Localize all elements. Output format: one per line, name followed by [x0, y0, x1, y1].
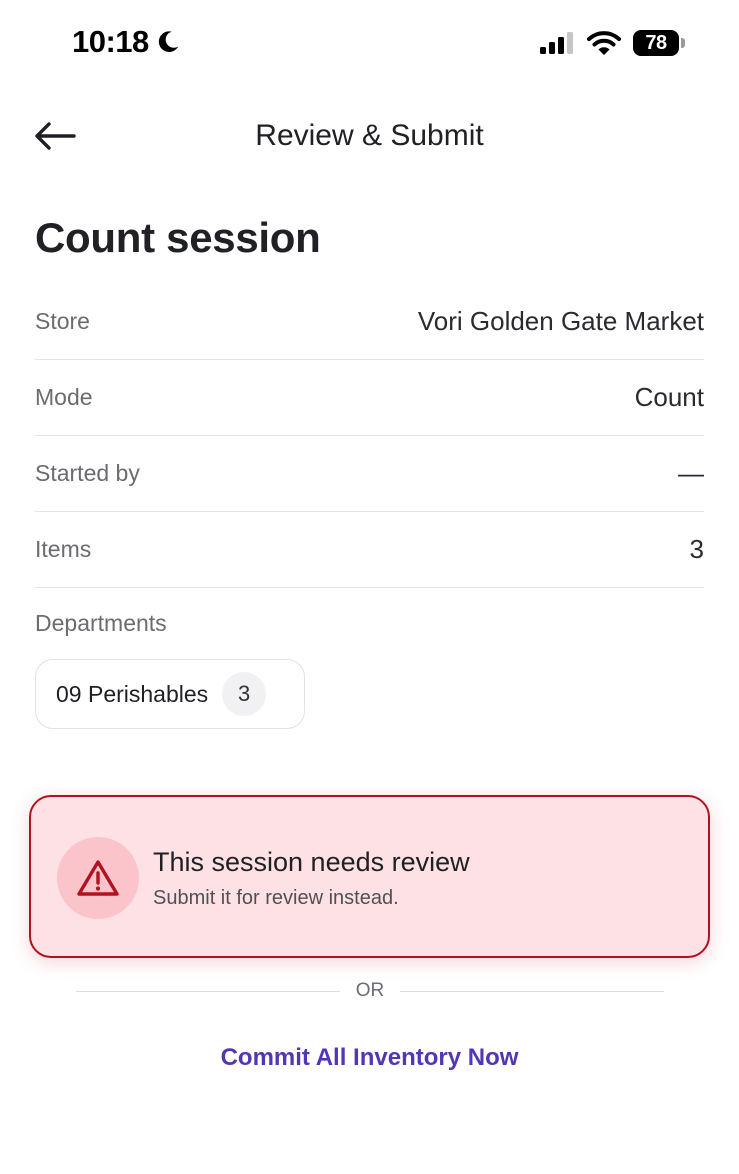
divider-line — [76, 990, 340, 992]
wifi-icon — [587, 31, 621, 55]
status-time-text: 10:18 — [72, 24, 149, 59]
review-notice-subtitle: Submit it for review instead. — [153, 887, 399, 909]
battery-level: 78 — [633, 30, 679, 56]
detail-value: — — [678, 458, 704, 488]
department-name: 09 Perishables — [56, 680, 209, 707]
warning-triangle-icon — [77, 860, 119, 896]
cellular-signal-icon — [540, 32, 573, 54]
status-bar: 10:18 78 — [0, 0, 739, 88]
department-chip[interactable]: 09 Perishables 3 — [35, 659, 305, 729]
detail-value: Vori Golden Gate Market — [417, 306, 704, 336]
page-title: Review & Submit — [255, 119, 484, 152]
session-details: Store Vori Golden Gate Market Mode Count… — [35, 284, 704, 588]
detail-row-items: Items 3 — [35, 512, 704, 588]
detail-value: Count — [634, 382, 704, 412]
nav-header: Review & Submit — [0, 100, 739, 172]
review-notice-card[interactable]: This session needs review Submit it for … — [29, 795, 710, 958]
section-title: Count session — [35, 214, 321, 261]
detail-value: 3 — [689, 534, 704, 564]
battery-indicator: 78 — [633, 30, 685, 56]
status-time: 10:18 — [72, 24, 181, 60]
departments-label: Departments — [35, 610, 167, 636]
detail-label: Store — [35, 308, 90, 334]
battery-tip — [681, 38, 685, 48]
status-icons: 78 — [539, 30, 685, 56]
commit-all-inventory-button[interactable]: Commit All Inventory Now — [0, 1044, 739, 1072]
detail-label: Items — [35, 536, 92, 562]
detail-row-started-by: Started by — — [35, 436, 704, 512]
or-text: OR — [355, 980, 385, 1001]
review-notice-title: This session needs review — [153, 847, 470, 877]
moon-icon — [158, 31, 179, 52]
detail-label: Started by — [35, 460, 140, 486]
detail-label: Mode — [35, 384, 93, 410]
divider-line — [400, 990, 664, 992]
detail-row-store: Store Vori Golden Gate Market — [35, 284, 704, 360]
detail-row-mode: Mode Count — [35, 360, 704, 436]
or-divider: OR — [76, 976, 664, 1006]
department-count-badge: 3 — [222, 672, 267, 716]
alert-icon-circle — [57, 837, 139, 919]
